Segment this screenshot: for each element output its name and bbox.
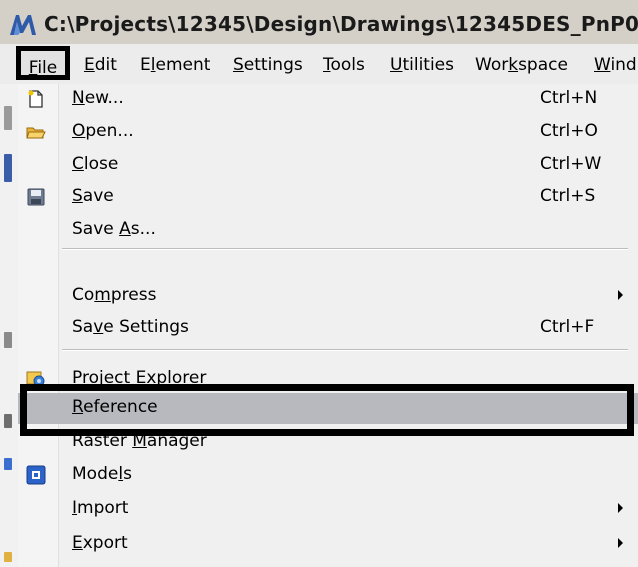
menu-file[interactable]: File bbox=[16, 46, 70, 80]
menu-item-export[interactable]: Export bbox=[18, 529, 638, 560]
menu-utilities[interactable]: Utilities bbox=[390, 54, 454, 76]
menu-item-label: Import bbox=[72, 498, 129, 518]
toolbar-fragment bbox=[4, 154, 12, 182]
menu-settings[interactable]: Settings bbox=[233, 54, 303, 76]
menu-window[interactable]: Wind bbox=[594, 54, 637, 76]
window-title-bar: C:\Projects\12345\Design\Drawings\12345D… bbox=[0, 0, 638, 44]
menu-item-shortcut: Ctrl+W bbox=[540, 154, 602, 174]
menu-item-label: Open... bbox=[72, 121, 134, 141]
menu-item-shortcut: Ctrl+N bbox=[540, 88, 598, 108]
menu-item-label: Save Settings bbox=[72, 317, 189, 337]
menu-separator bbox=[62, 248, 628, 250]
toolbar-fragment bbox=[4, 552, 12, 562]
floppy-disk-icon bbox=[26, 187, 46, 207]
toolbar-fragment bbox=[4, 106, 12, 130]
menu-item-import[interactable]: Import bbox=[18, 494, 638, 525]
menu-item-label: Models bbox=[72, 464, 132, 484]
menu-workspace[interactable]: Workspace bbox=[475, 54, 568, 76]
menu-element[interactable]: Element bbox=[140, 54, 210, 76]
menu-bar: File Edit Element Settings Tools Utiliti… bbox=[0, 44, 638, 85]
menu-item-save-settings[interactable]: Save Settings Ctrl+F bbox=[18, 313, 638, 344]
models-icon bbox=[26, 465, 46, 485]
window-title: C:\Projects\12345\Design\Drawings\12345D… bbox=[44, 12, 638, 36]
menu-item-new[interactable]: New... Ctrl+N bbox=[18, 84, 638, 115]
menu-item-models[interactable]: Models bbox=[18, 460, 638, 491]
menu-item-label: Save bbox=[72, 186, 114, 206]
microstation-logo-icon bbox=[10, 15, 36, 35]
file-menu-dropdown: New... Ctrl+N Open... Ctrl+O Close Ctrl+W Save… bbox=[18, 84, 638, 567]
open-folder-icon bbox=[26, 122, 46, 142]
annotation-highlight-frame bbox=[20, 384, 634, 436]
menu-item-label: Save As... bbox=[72, 219, 156, 239]
menu-item-label: Close bbox=[72, 154, 119, 174]
toolbar-fragment bbox=[4, 414, 12, 428]
menu-item-compress[interactable]: Compress bbox=[18, 281, 638, 312]
background-toolbar-strip bbox=[0, 84, 19, 567]
menu-item-label: Compress bbox=[72, 285, 157, 305]
menu-item-shortcut: Ctrl+O bbox=[540, 121, 598, 141]
menu-item-save[interactable]: Save Ctrl+S bbox=[18, 182, 638, 213]
menu-item-label: New... bbox=[72, 88, 124, 108]
menu-separator bbox=[62, 349, 628, 351]
submenu-arrow-icon bbox=[618, 503, 623, 513]
menu-item-shortcut: Ctrl+F bbox=[540, 317, 595, 337]
menu-item-shortcut: Ctrl+S bbox=[540, 186, 596, 206]
menu-item-label: Export bbox=[72, 533, 128, 553]
submenu-arrow-icon bbox=[618, 538, 623, 548]
toolbar-fragment bbox=[4, 458, 12, 470]
menu-edit[interactable]: Edit bbox=[84, 54, 117, 76]
menu-item-save-as[interactable]: Save As... bbox=[18, 215, 638, 246]
menu-tools[interactable]: Tools bbox=[323, 54, 365, 76]
submenu-arrow-icon bbox=[618, 290, 623, 300]
toolbar-fragment bbox=[4, 332, 12, 348]
new-file-icon bbox=[26, 89, 46, 109]
menu-item-open[interactable]: Open... Ctrl+O bbox=[18, 117, 638, 148]
menu-item-close[interactable]: Close Ctrl+W bbox=[18, 150, 638, 181]
